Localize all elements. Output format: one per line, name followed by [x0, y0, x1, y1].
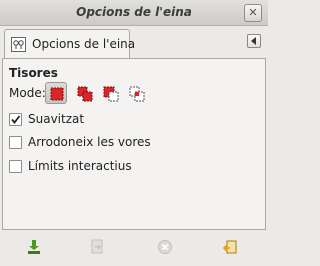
- tool-options-panel: Tisores Mode: Suavitzat Arrodoneix les v…: [2, 58, 266, 230]
- replace-selection-icon: [50, 87, 64, 101]
- reset-options-button[interactable]: [220, 237, 240, 257]
- tab-strip: Opcions de l'eina: [0, 26, 268, 59]
- antialiasing-checkbox[interactable]: [9, 113, 22, 126]
- tab-label: Opcions de l'eina: [32, 37, 136, 51]
- mode-replace-button[interactable]: [45, 82, 67, 104]
- restore-options-button[interactable]: [87, 237, 107, 257]
- restore-options-icon: [91, 239, 103, 254]
- antialiasing-label: Suavitzat: [28, 112, 85, 126]
- tab-tool-options[interactable]: Opcions de l'eina: [4, 29, 135, 59]
- delete-options-button[interactable]: [155, 237, 175, 257]
- intersect-with-selection-icon: [129, 86, 145, 102]
- mode-add-button[interactable]: [73, 82, 95, 104]
- save-options-icon: [28, 240, 40, 254]
- tab-menu-button[interactable]: [247, 34, 261, 48]
- window-close-button[interactable]: ✕: [244, 4, 262, 22]
- feather-edges-checkbox[interactable]: [9, 136, 22, 149]
- title-bar: Opcions de l'eina ✕: [0, 0, 268, 26]
- window-title: Opcions de l'eina: [76, 5, 192, 19]
- mode-intersect-button[interactable]: [125, 82, 147, 104]
- subtract-from-selection-icon: [103, 86, 119, 102]
- save-options-button[interactable]: [24, 237, 44, 257]
- tool-options-icon: [11, 37, 26, 52]
- checkmark-icon: [11, 115, 21, 124]
- mode-label: Mode:: [9, 86, 46, 100]
- interactive-boundary-checkbox[interactable]: [9, 160, 22, 173]
- delete-options-icon: [158, 240, 172, 254]
- reset-options-icon: [222, 240, 237, 254]
- feather-edges-label: Arrodoneix les vores: [28, 135, 151, 149]
- interactive-boundary-label: Límits interactius: [28, 159, 132, 173]
- section-title: Tisores: [9, 66, 58, 80]
- add-to-selection-icon: [77, 86, 93, 102]
- mode-subtract-button[interactable]: [99, 82, 121, 104]
